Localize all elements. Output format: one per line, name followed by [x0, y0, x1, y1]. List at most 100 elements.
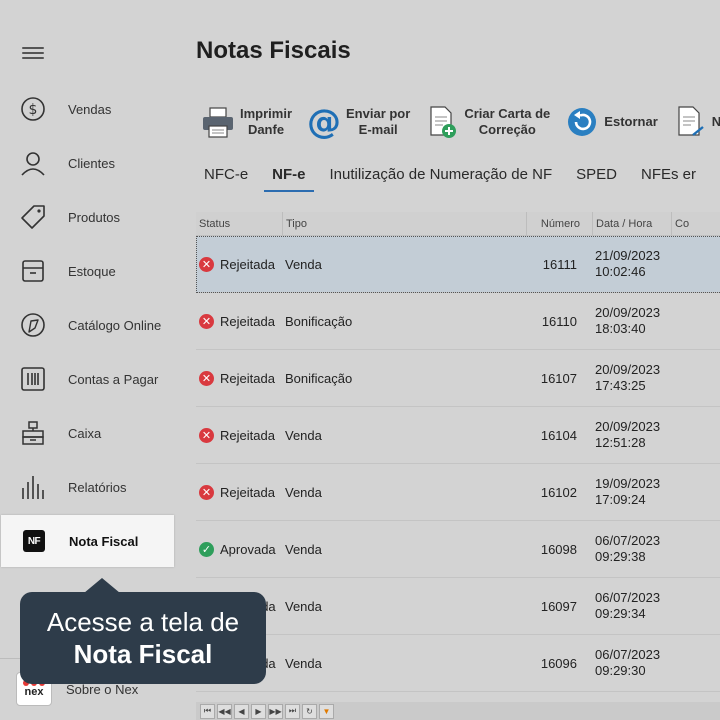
document-add-icon [424, 104, 460, 140]
status-text: Rejeitada [220, 484, 275, 500]
cce-label-line2: Correção [478, 122, 536, 137]
print-label-line1: Imprimir [240, 106, 293, 121]
table-body: ✕ Rejeitada Venda 16111 21/09/2023 10:02:46 ✕ R… [196, 236, 720, 692]
numero-cell: 16107 [540, 370, 577, 386]
table-row[interactable]: ✕ Rejeitada Venda 16104 20/09/2023 12:51:28 [196, 407, 720, 464]
table-row[interactable]: ✕ Rejeitada Venda 16111 21/09/2023 10:02:46 [196, 236, 720, 293]
nf-badge: NF [23, 530, 45, 552]
sidebar-item-clientes[interactable]: Clientes [0, 136, 176, 190]
status-cell: ✕ Rejeitada [196, 293, 283, 349]
email-label-line1: Enviar por [346, 106, 411, 121]
error-circle-icon: ✕ [199, 313, 214, 329]
tab-nfc-e[interactable]: NFC-e [196, 162, 256, 192]
email-label-line2: E-mail [358, 122, 398, 137]
table-row[interactable]: ✓ Aprovada Venda 16098 06/07/2023 09:29:38 [196, 521, 720, 578]
column-header-extra[interactable]: Co [672, 212, 720, 236]
time-text: 09:29:30 [595, 663, 646, 678]
first-page-button[interactable]: ⏮ [200, 703, 215, 719]
cash-register-icon [19, 419, 47, 447]
data-hora-cell: 06/07/2023 09:29:30 [593, 635, 672, 691]
tab-inutilizacao[interactable]: Inutilização de Numeração de NF [322, 162, 561, 192]
column-header-tipo[interactable]: Tipo [283, 212, 527, 236]
sidebar-item-produtos[interactable]: Produtos [0, 190, 176, 244]
numero-cell: 16096 [540, 655, 577, 671]
data-hora-cell: 06/07/2023 09:29:34 [593, 578, 672, 634]
next-page-button[interactable]: ▶▶ [268, 703, 283, 719]
error-circle-icon: ✕ [199, 484, 214, 500]
sidebar-item-estoque[interactable]: Estoque [0, 244, 176, 298]
tipo-cell: Venda [285, 598, 322, 614]
send-email-button[interactable]: @ Enviar por E-mail [306, 104, 410, 140]
status-text: Aprovada [220, 541, 276, 557]
sidebar-item-nota-fiscal[interactable]: NF Nota Fiscal [1, 515, 174, 567]
table-row[interactable]: ✕ Rejeitada Bonificação 16110 20/09/2023 18:0… [196, 293, 720, 350]
tab-nfes-emitidas[interactable]: NFEs er [633, 162, 704, 192]
tab-sped[interactable]: SPED [568, 162, 625, 192]
sidebar-item-catalogo-online[interactable]: Catálogo Online [0, 298, 176, 352]
table-row[interactable]: ✓AprovadaVenda1609606/07/202309:29:30 [196, 635, 720, 692]
last-page-button[interactable]: ⏭ [285, 703, 300, 719]
svg-text:@: @ [307, 105, 341, 139]
filter-icon[interactable]: ▼ [319, 703, 334, 719]
data-hora-cell: 19/09/2023 17:09:24 [593, 464, 672, 520]
prev-page-button[interactable]: ◀◀ [217, 703, 232, 719]
sidebar-item-caixa[interactable]: Caixa [0, 406, 176, 460]
data-hora-cell: 21/09/2023 10:02:46 [593, 236, 672, 292]
tipo-cell: Bonificação [285, 313, 353, 329]
cce-label-line1: Criar Carta de [464, 106, 551, 121]
numero-cell: 16110 [541, 313, 577, 329]
error-circle-icon: ✕ [199, 256, 214, 272]
date-text: 20/09/2023 [595, 362, 661, 377]
date-text: 20/09/2023 [595, 419, 661, 434]
numero-cell: 16104 [540, 427, 577, 443]
prev-record-button[interactable]: ◀ [234, 703, 249, 719]
data-hora-cell: 06/07/2023 09:29:38 [593, 521, 672, 577]
sidebar-item-label: Catálogo Online [68, 317, 162, 333]
time-text: 09:29:38 [595, 549, 646, 564]
barcode-icon [19, 365, 47, 393]
next-record-button[interactable]: ▶ [251, 703, 266, 719]
column-header-status[interactable]: Status [196, 212, 283, 236]
column-header-numero[interactable]: Número [527, 212, 593, 236]
sidebar-item-label: Produtos [68, 209, 121, 225]
sidebar-item-label: Relatórios [68, 479, 127, 495]
tipo-cell: Venda [285, 655, 322, 671]
nf-complementar-button[interactable]: NF C [672, 104, 720, 140]
time-text: 18:03:40 [595, 321, 646, 336]
table-row[interactable]: ✕ Rejeitada Bonificação 16107 20/09/2023 17:4… [196, 350, 720, 407]
tipo-cell: Venda [285, 541, 322, 557]
time-text: 17:09:24 [595, 492, 646, 507]
tipo-cell: Venda [285, 484, 322, 500]
sidebar-item-vendas[interactable]: $ Vendas [0, 82, 176, 136]
status-cell: ✕ Rejeitada [196, 464, 283, 520]
print-danfe-button[interactable]: Imprimir Danfe [200, 104, 292, 140]
document-pin-icon [672, 104, 708, 140]
menu-icon[interactable] [22, 44, 44, 64]
date-text: 19/09/2023 [595, 476, 661, 491]
estornar-button[interactable]: Estornar [564, 104, 658, 140]
tab-nf-e[interactable]: NF-e [264, 162, 314, 192]
table-row[interactable]: ✕ Rejeitada Venda 16102 19/09/2023 17:09:24 [196, 464, 720, 521]
tooltip-line1: Acesse a tela de [46, 607, 240, 637]
tipo-cell: Venda [285, 427, 322, 443]
refresh-icon[interactable]: ↻ [302, 703, 317, 719]
create-correction-letter-button[interactable]: Criar Carta de Correção [424, 104, 550, 140]
sidebar-item-contas-a-pagar[interactable]: Contas a Pagar [0, 352, 176, 406]
numero-cell: 16097 [540, 598, 577, 614]
time-text: 09:29:34 [595, 606, 646, 621]
status-cell: ✓ Aprovada [196, 521, 283, 577]
column-header-data-hora[interactable]: Data / Hora [593, 212, 672, 236]
sidebar-item-label: Caixa [68, 425, 102, 441]
at-sign-icon: @ [306, 104, 342, 140]
status-cell: ✕ Rejeitada [196, 407, 283, 463]
table-row[interactable]: ✓AprovadaVenda1609706/07/202309:29:34 [196, 578, 720, 635]
sidebar-item-relatorios[interactable]: Relatórios [0, 460, 176, 514]
date-text: 21/09/2023 [595, 248, 661, 263]
bar-chart-icon [19, 473, 47, 501]
tag-icon [19, 203, 47, 231]
tipo-cell: Venda [285, 256, 322, 272]
catalog-icon [19, 311, 47, 339]
status-cell: ✕ Rejeitada [196, 350, 283, 406]
numero-cell: 16102 [540, 484, 577, 500]
nota-fiscal-icon: NF [20, 527, 48, 555]
